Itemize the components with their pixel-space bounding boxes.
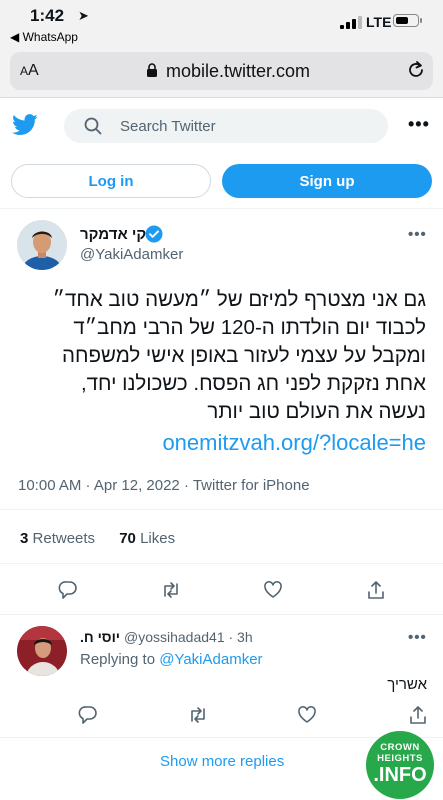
lock-icon (147, 63, 157, 77)
tweet-text-line: לכבוד יום הולדתו ה-120 של הרבי מחב״ד (73, 316, 426, 339)
reply-author-name[interactable]: יוסי ח. (80, 629, 120, 645)
replying-to: Replying to @YakiAdamker (80, 651, 263, 668)
browser-toolbar: AA mobile.twitter.com (0, 52, 443, 98)
tweet-more-icon[interactable]: ••• (408, 226, 427, 243)
tweet-text: גם אני מצטרף למיזם של ״מעשה טוב אחד״ לכב… (10, 286, 426, 426)
status-bar: 1:42 ➤ ◀ WhatsApp LTE (0, 0, 443, 52)
crownheights-watermark-logo: CROWN HEIGHTS .INFO (366, 731, 434, 799)
twitter-logo-icon[interactable] (12, 114, 38, 136)
tweet-link[interactable]: onemitzvah.org/?locale=he (162, 430, 426, 456)
tweet-text-line: נעשה את העולם טוב יותר (207, 400, 426, 423)
address-bar[interactable]: AA mobile.twitter.com (10, 52, 433, 90)
back-to-app-link[interactable]: ◀ WhatsApp (10, 30, 78, 44)
person-icon (17, 220, 67, 270)
reply-text: אשריך (387, 676, 427, 693)
text-size-button[interactable]: AA (20, 62, 39, 80)
tweet-text-line: ומקבל על עצמי לעזור באופן אישי למשפחה (61, 344, 426, 367)
like-icon[interactable] (297, 705, 317, 725)
verified-badge-icon (145, 225, 163, 243)
like-icon[interactable] (263, 580, 283, 600)
location-arrow-icon: ➤ (78, 8, 89, 23)
show-more-replies-link[interactable]: Show more replies (160, 753, 284, 770)
reply-icon[interactable] (78, 705, 98, 725)
author-avatar[interactable] (17, 220, 67, 270)
search-input[interactable]: Search Twitter (64, 109, 388, 143)
login-button[interactable]: Log in (11, 164, 211, 198)
reply-icon[interactable] (58, 580, 78, 600)
share-icon[interactable] (408, 705, 428, 725)
author-handle[interactable]: @YakiAdamker (80, 246, 183, 263)
reply-more-icon[interactable]: ••• (408, 629, 427, 646)
url-text: mobile.twitter.com (166, 61, 311, 81)
reply-author-handle[interactable]: @yossihadad41 · 3h (124, 629, 253, 645)
tweet-text-line: אחת נזקקת לפני חג הפסח. כשכולנו יחד, (80, 372, 426, 395)
divider (0, 563, 443, 564)
search-icon (84, 117, 102, 135)
battery-icon (393, 14, 422, 27)
author-name[interactable]: יקי אדמקר (80, 226, 151, 243)
more-menu-icon[interactable]: ••• (408, 114, 430, 135)
reload-icon[interactable] (406, 60, 426, 80)
divider (0, 737, 443, 738)
divider (0, 509, 443, 510)
retweet-icon[interactable] (188, 705, 208, 725)
signal-icon (340, 16, 362, 29)
reply-avatar[interactable] (17, 626, 67, 676)
replying-to-link[interactable]: @YakiAdamker (159, 651, 262, 668)
likes-stat[interactable]: 70 Likes (119, 530, 175, 547)
network-label: LTE (366, 14, 392, 30)
person-icon (17, 626, 67, 676)
tweet-stats: 3 Retweets 70 Likes (20, 530, 175, 547)
share-icon[interactable] (366, 580, 386, 600)
search-placeholder: Search Twitter (120, 118, 216, 135)
tweet-text-line: גם אני מצטרף למיזם של ״מעשה טוב אחד״ (52, 288, 426, 311)
divider (0, 614, 443, 615)
divider (0, 208, 443, 209)
signup-button[interactable]: Sign up (222, 164, 432, 198)
twitter-header: Search Twitter ••• (0, 98, 443, 156)
retweet-icon[interactable] (161, 580, 181, 600)
status-time: 1:42 (30, 6, 65, 25)
retweets-stat[interactable]: 3 Retweets (20, 530, 95, 547)
tweet-meta: 10:00 AM · Apr 12, 2022 · Twitter for iP… (18, 477, 310, 494)
